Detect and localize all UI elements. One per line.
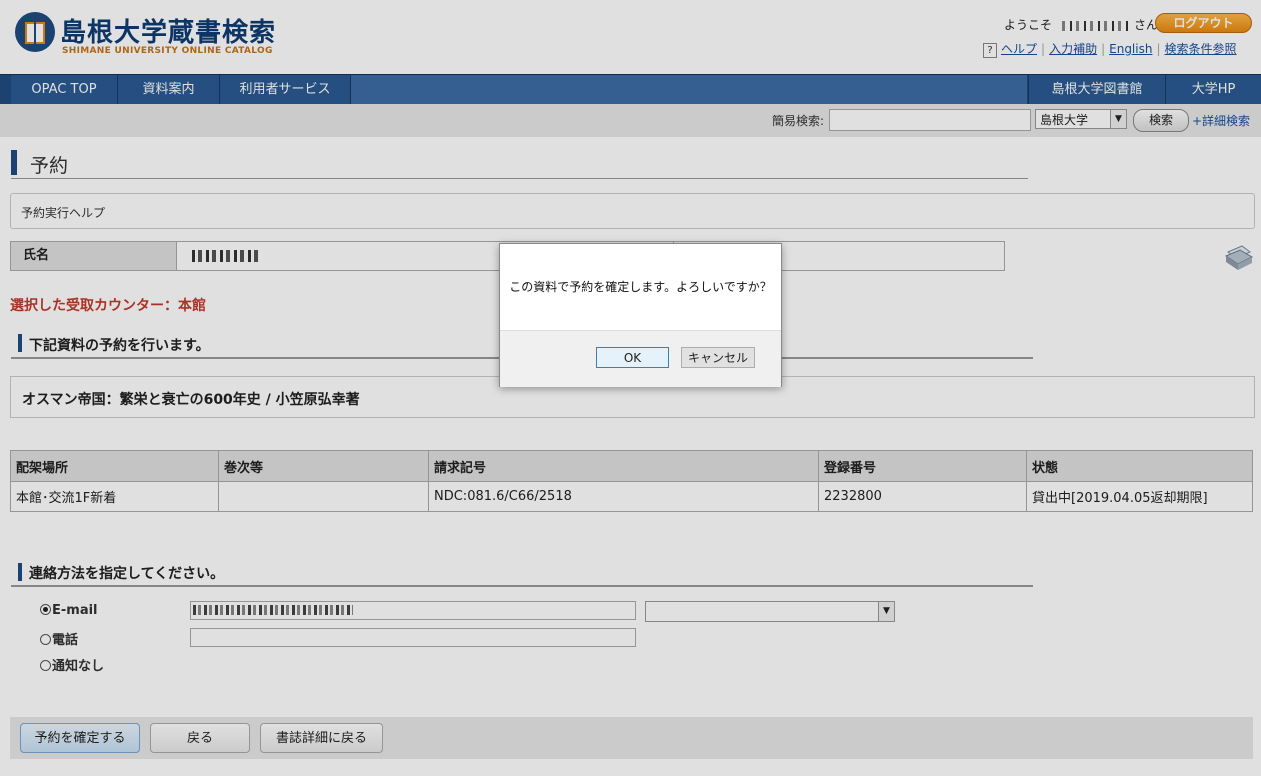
dialog-ok-button[interactable]: OK	[596, 347, 669, 368]
modal-overlay	[0, 0, 1261, 776]
dialog-message: この資料で予約を確定します。よろしいですか？	[509, 280, 772, 294]
dialog-footer: OK キャンセル	[500, 330, 781, 387]
dialog-cancel-button[interactable]: キャンセル	[681, 347, 755, 368]
confirm-dialog: この資料で予約を確定します。よろしいですか？ OK キャンセル	[499, 243, 782, 387]
